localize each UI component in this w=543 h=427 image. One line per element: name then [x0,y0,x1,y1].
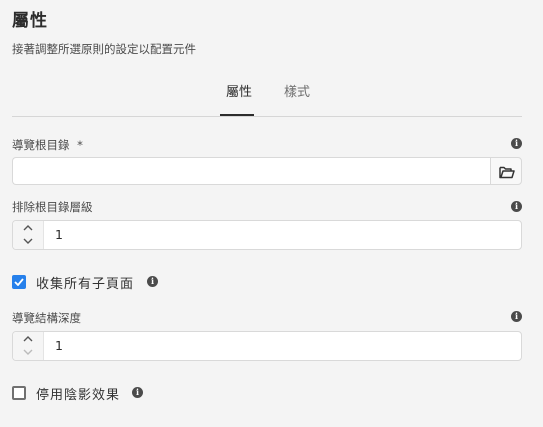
folder-open-icon [499,166,515,179]
browse-button[interactable] [490,157,522,185]
step-down-button[interactable] [13,235,43,249]
step-up-button[interactable] [13,221,43,235]
nav-root-label-text: 導覽根目錄 [12,138,70,152]
stepper-buttons [13,221,44,249]
structure-depth-label: 導覽結構深度 [12,311,81,325]
required-marker: * [77,138,83,152]
stepper-buttons [13,332,44,360]
step-up-button[interactable] [13,332,43,346]
dialog-title: 屬性 [12,11,48,31]
step-down-button[interactable] [13,346,43,360]
info-icon[interactable]: i [511,138,522,149]
checkmark-icon [14,278,24,286]
nav-root-input[interactable] [12,157,490,185]
info-icon[interactable]: i [511,201,522,212]
collect-all-child-pages-label: 收集所有子頁面 [36,277,135,292]
disable-shadowing-checkbox[interactable] [12,386,26,400]
dialog-description: 接著調整所選原則的設定以配置元件 [12,42,196,56]
structure-depth-value[interactable]: 1 [55,338,63,353]
exclude-root-levels-stepper: 1 [12,220,522,250]
nav-root-label: 導覽根目錄 * [12,137,83,153]
structure-depth-stepper: 1 [12,331,522,361]
chevron-down-icon [23,238,33,244]
tab-bar: 屬性 樣式 [12,74,522,117]
chevron-up-icon [23,336,33,342]
info-icon[interactable]: i [132,387,143,398]
tab-properties[interactable]: 屬性 [226,81,252,100]
info-icon[interactable]: i [147,276,158,287]
exclude-root-levels-value[interactable]: 1 [55,227,63,242]
active-tab-indicator [220,114,254,116]
chevron-up-icon [23,225,33,231]
tab-styles[interactable]: 樣式 [284,81,310,100]
disable-shadowing-label: 停用陰影效果 [36,388,121,403]
collect-all-child-pages-checkbox[interactable] [12,275,26,289]
chevron-down-icon [23,349,33,355]
info-icon[interactable]: i [511,311,522,322]
exclude-root-levels-label: 排除根目錄層級 [12,200,93,214]
